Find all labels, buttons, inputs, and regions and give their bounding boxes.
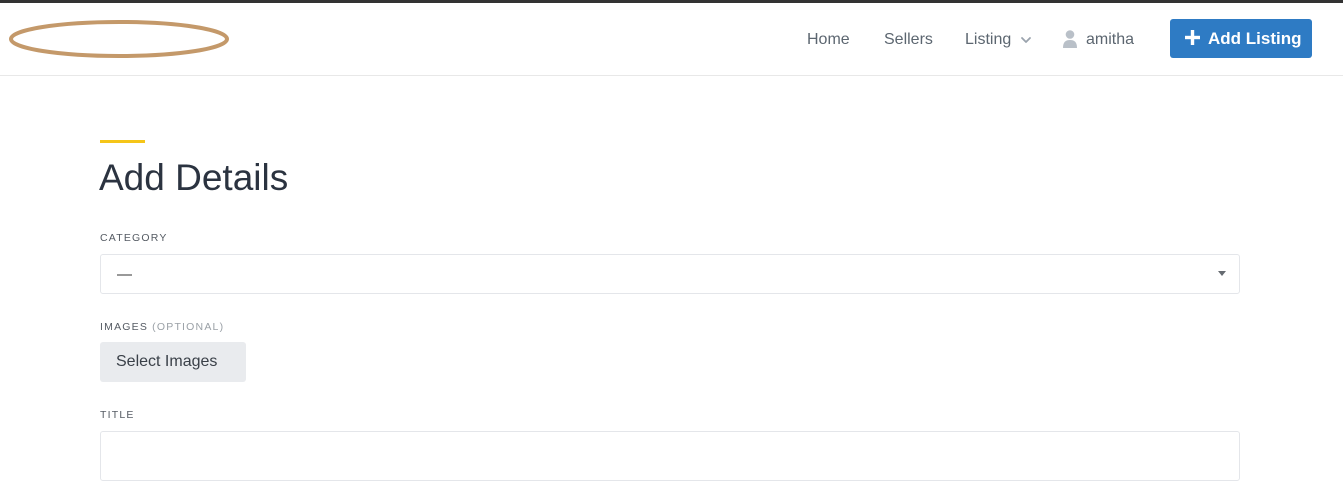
site-header: Home Sellers Listing amitha Add Listing bbox=[0, 3, 1343, 76]
plus-icon bbox=[1185, 30, 1200, 45]
caret-down-icon bbox=[1218, 271, 1226, 276]
title-label: TITLE bbox=[100, 409, 135, 421]
nav-user-link[interactable]: amitha bbox=[1086, 30, 1134, 50]
images-label-text: IMAGES bbox=[100, 321, 149, 333]
category-label: CATEGORY bbox=[100, 232, 168, 244]
category-selected-value: — bbox=[117, 266, 132, 283]
nav-home-link[interactable]: Home bbox=[807, 30, 850, 50]
title-input[interactable] bbox=[100, 431, 1240, 481]
nav-sellers-link[interactable]: Sellers bbox=[884, 30, 933, 50]
add-listing-label: Add Listing bbox=[1208, 29, 1302, 48]
select-images-button[interactable]: Select Images bbox=[100, 342, 246, 382]
user-icon bbox=[1063, 30, 1077, 48]
page-title: Add Details bbox=[99, 157, 289, 198]
select-images-label: Select Images bbox=[116, 353, 218, 370]
images-label: IMAGES (OPTIONAL) bbox=[100, 320, 224, 334]
nav-listing-link[interactable]: Listing bbox=[965, 30, 1011, 50]
images-optional-note: (OPTIONAL) bbox=[152, 321, 225, 333]
title-accent-bar bbox=[100, 140, 145, 143]
category-select[interactable]: — bbox=[100, 254, 1240, 294]
add-listing-button[interactable]: Add Listing bbox=[1170, 19, 1312, 58]
chevron-down-icon[interactable] bbox=[1020, 34, 1032, 46]
main-nav: Home Sellers Listing amitha Add Listing bbox=[0, 3, 1343, 75]
